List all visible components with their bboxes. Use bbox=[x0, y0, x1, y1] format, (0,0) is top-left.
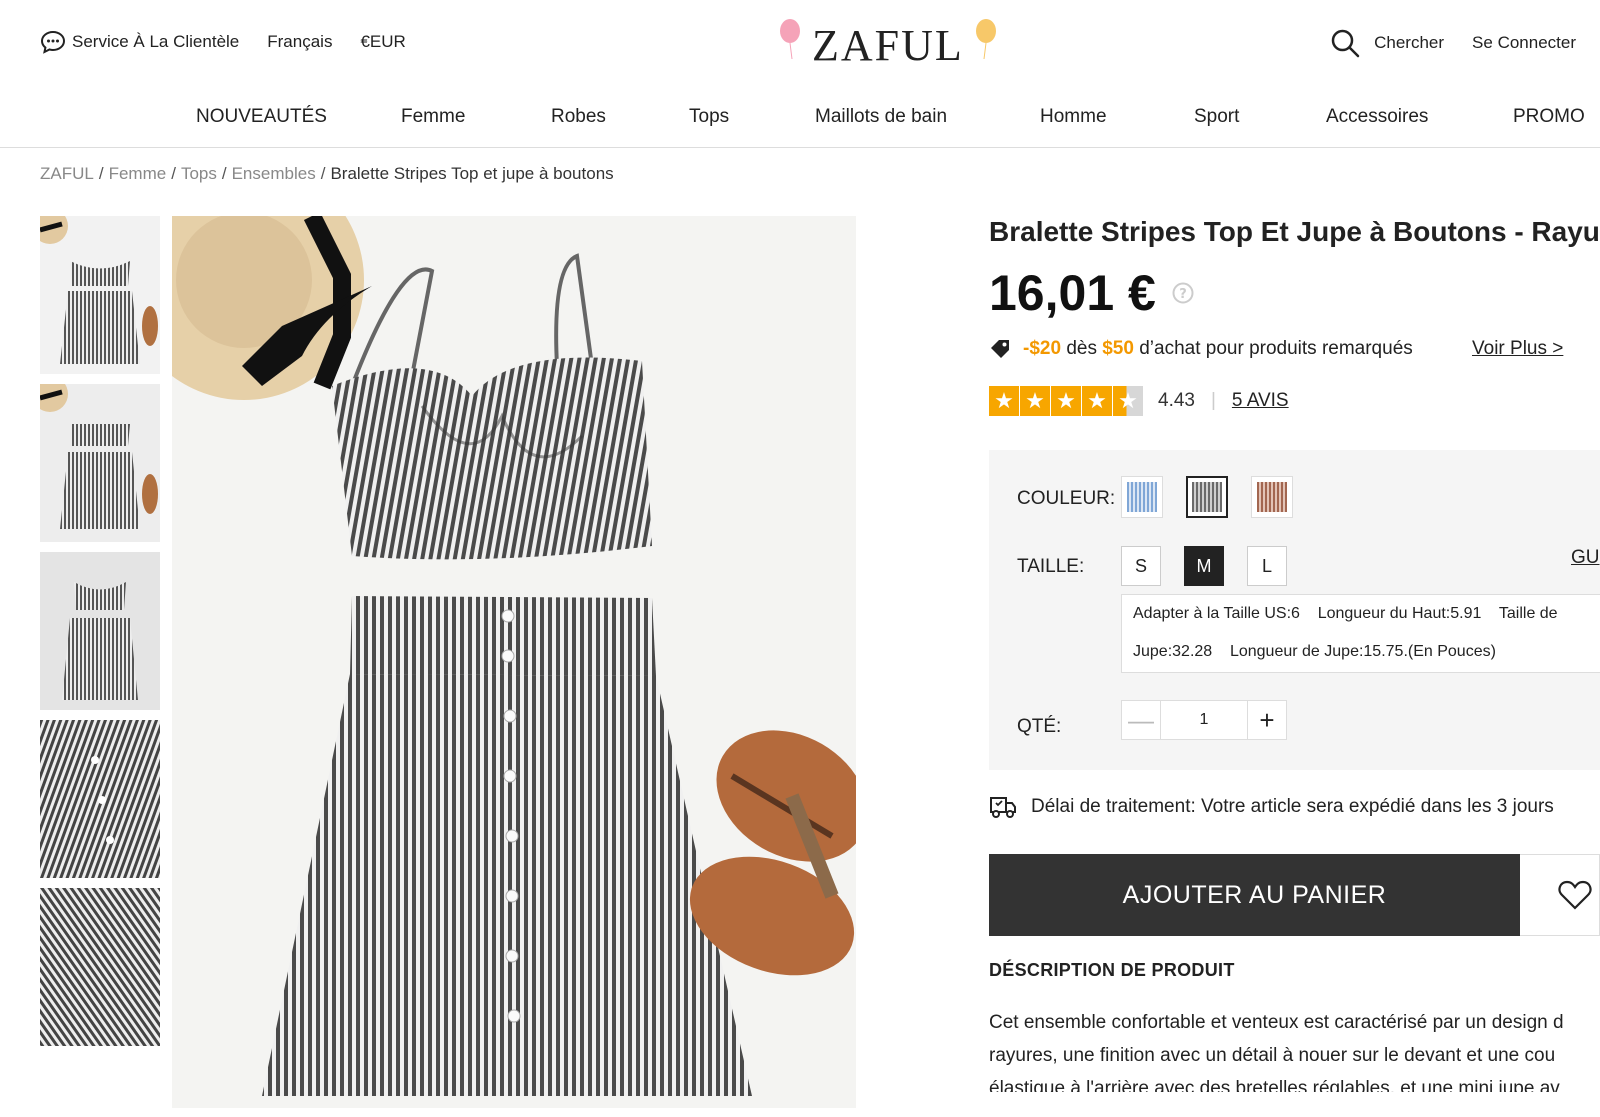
nav-item-robes[interactable]: Robes bbox=[551, 106, 606, 128]
breadcrumb-item-ensembles[interactable]: Ensembles bbox=[232, 164, 316, 183]
color-swatch-gray[interactable] bbox=[1186, 476, 1228, 518]
main-product-image[interactable] bbox=[172, 216, 856, 1108]
product-photo bbox=[172, 216, 856, 1108]
breadcrumb-item-femme[interactable]: Femme bbox=[109, 164, 167, 183]
qty-label: QTÉ: bbox=[1017, 716, 1062, 737]
size-info-line-1: Adapter à la Taille US:6 Longueur du Hau… bbox=[1133, 605, 1558, 622]
processing-delay-text: Délai de traitement: Votre article sera … bbox=[1031, 796, 1554, 817]
star-icon: ★ bbox=[1082, 386, 1112, 416]
promo-discount: -$20 bbox=[1023, 338, 1062, 359]
thumbnail-5[interactable] bbox=[40, 888, 160, 1046]
thumbnail-list bbox=[40, 216, 160, 1056]
product-thumbnail-image bbox=[40, 720, 160, 878]
product-thumbnail-image bbox=[40, 888, 160, 1046]
qty-decrease-button[interactable]: — bbox=[1121, 700, 1161, 740]
add-to-cart-button[interactable]: AJOUTER AU PANIER bbox=[989, 854, 1520, 936]
nav-item-femme[interactable]: Femme bbox=[401, 106, 465, 128]
color-swatch-brown[interactable] bbox=[1251, 476, 1293, 518]
wishlist-button[interactable] bbox=[1520, 854, 1600, 936]
rating-score: 4.43 bbox=[1158, 390, 1195, 411]
product-title: Bralette Stripes Top Et Jupe à Boutons -… bbox=[989, 216, 1600, 247]
options-panel: COULEUR: TAILLE: S M L GU Adapter à la T… bbox=[989, 450, 1600, 770]
thumbnail-2[interactable] bbox=[40, 384, 160, 542]
thumbnail-1[interactable] bbox=[40, 216, 160, 374]
main-nav: NOUVEAUTÉS Femme Robes Tops Maillots de … bbox=[0, 96, 1600, 148]
promo-text: d’achat pour produits remarqués bbox=[1139, 338, 1413, 359]
size-info-line-2: Jupe:32.28 Longueur de Jupe:15.75.(En Po… bbox=[1133, 643, 1496, 660]
brand-name: ZAFUL bbox=[812, 21, 964, 70]
nav-item-tops[interactable]: Tops bbox=[689, 106, 729, 128]
promo-threshold: $50 bbox=[1102, 338, 1134, 359]
breadcrumb: ZAFUL / Femme / Tops / Ensembles / Bralette Stri… bbox=[40, 164, 614, 183]
promo-more-link[interactable]: Voir Plus > bbox=[1472, 338, 1563, 360]
star-icon: ★ bbox=[1051, 386, 1081, 416]
language-selector[interactable]: Français bbox=[267, 32, 332, 52]
color-label: COULEUR: bbox=[1017, 488, 1116, 509]
rating-divider: | bbox=[1210, 390, 1216, 411]
top-bar-left: Service À La Clientèle Français €EUR bbox=[40, 30, 434, 54]
breadcrumb-item-home[interactable]: ZAFUL bbox=[40, 164, 94, 183]
nav-item-homme[interactable]: Homme bbox=[1040, 106, 1107, 128]
star-icon: ★ bbox=[989, 386, 1019, 416]
swatch-pattern bbox=[1257, 482, 1287, 512]
search-icon bbox=[1331, 29, 1360, 58]
swatch-pattern bbox=[1127, 482, 1157, 512]
thumbnail-3[interactable] bbox=[40, 552, 160, 710]
rating-stars: ★ ★ ★ ★ ★ bbox=[989, 386, 1144, 416]
color-swatch-blue[interactable] bbox=[1121, 476, 1163, 518]
qty-input[interactable]: 1 bbox=[1161, 700, 1247, 740]
chat-icon bbox=[40, 30, 66, 54]
breadcrumb-current: Bralette Stripes Top et jupe à boutons bbox=[330, 164, 614, 183]
customer-service-label: Service À La Clientèle bbox=[72, 32, 240, 51]
promo-des: dès bbox=[1066, 338, 1097, 359]
search-button[interactable]: Chercher bbox=[1330, 28, 1444, 58]
size-label: TAILLE: bbox=[1017, 556, 1085, 577]
swatch-pattern bbox=[1192, 482, 1222, 512]
promo-row: -$20 dès $50 d’achat pour produits remar… bbox=[989, 338, 1600, 360]
size-info-box: Adapter à la Taille US:6 Longueur du Hau… bbox=[1121, 594, 1600, 673]
product-price: 16,01 € bbox=[989, 265, 1156, 321]
brand-logo[interactable]: ZAFUL bbox=[776, 14, 1006, 70]
rating-row: ★ ★ ★ ★ ★ 4.43 | 5 AVIS bbox=[989, 386, 1289, 416]
svg-text:?: ? bbox=[1179, 287, 1187, 302]
description-line-1: Cet ensemble confortable et venteux est … bbox=[989, 1012, 1564, 1033]
nav-item-nouveautes[interactable]: NOUVEAUTÉS bbox=[196, 106, 327, 128]
help-icon[interactable]: ? bbox=[1172, 282, 1194, 304]
nav-item-maillots[interactable]: Maillots de bain bbox=[815, 106, 947, 128]
size-option-l[interactable]: L bbox=[1247, 546, 1287, 586]
product-thumbnail-image bbox=[40, 216, 160, 374]
heart-icon bbox=[1558, 880, 1592, 910]
top-bar-right: Chercher Se Connecter bbox=[1330, 28, 1576, 58]
product-price-row: 16,01 € ? bbox=[989, 264, 1194, 322]
reviews-link[interactable]: 5 AVIS bbox=[1232, 390, 1289, 412]
product-info-panel: Bralette Stripes Top Et Jupe à Boutons -… bbox=[989, 216, 1600, 1092]
nav-item-sport[interactable]: Sport bbox=[1194, 106, 1239, 128]
size-guide-link[interactable]: GU bbox=[1571, 547, 1600, 569]
description-heading: DÉSCRIPTION DE PRODUIT bbox=[989, 960, 1235, 980]
nav-item-promo[interactable]: PROMO bbox=[1513, 106, 1585, 128]
star-icon: ★ bbox=[1020, 386, 1050, 416]
search-label: Chercher bbox=[1374, 33, 1445, 52]
top-bar: Service À La Clientèle Français €EUR ZAF… bbox=[0, 0, 1600, 82]
star-half-icon: ★ bbox=[1113, 386, 1143, 416]
processing-delay-row: Délai de traitement: Votre article sera … bbox=[989, 794, 1554, 820]
login-link[interactable]: Se Connecter bbox=[1472, 33, 1576, 53]
quantity-stepper: — 1 + bbox=[1121, 700, 1287, 740]
breadcrumb-item-tops[interactable]: Tops bbox=[181, 164, 217, 183]
description-text: Cet ensemble confortable et venteux est … bbox=[989, 1006, 1600, 1092]
tag-icon bbox=[991, 340, 1009, 358]
nav-item-accessoires[interactable]: Accessoires bbox=[1326, 106, 1428, 128]
description-line-3: élastique à l'arrière avec des bretelles… bbox=[989, 1078, 1560, 1092]
size-option-s[interactable]: S bbox=[1121, 546, 1161, 586]
truck-icon bbox=[990, 797, 1016, 818]
size-option-m[interactable]: M bbox=[1184, 546, 1224, 586]
currency-selector[interactable]: €EUR bbox=[360, 32, 405, 52]
qty-increase-button[interactable]: + bbox=[1247, 700, 1287, 740]
product-thumbnail-image bbox=[40, 552, 160, 710]
product-thumbnail-image bbox=[40, 384, 160, 542]
description-line-2: rayures, une finition avec un détail à n… bbox=[989, 1045, 1556, 1066]
thumbnail-4[interactable] bbox=[40, 720, 160, 878]
customer-service-link[interactable]: Service À La Clientèle bbox=[40, 30, 239, 54]
